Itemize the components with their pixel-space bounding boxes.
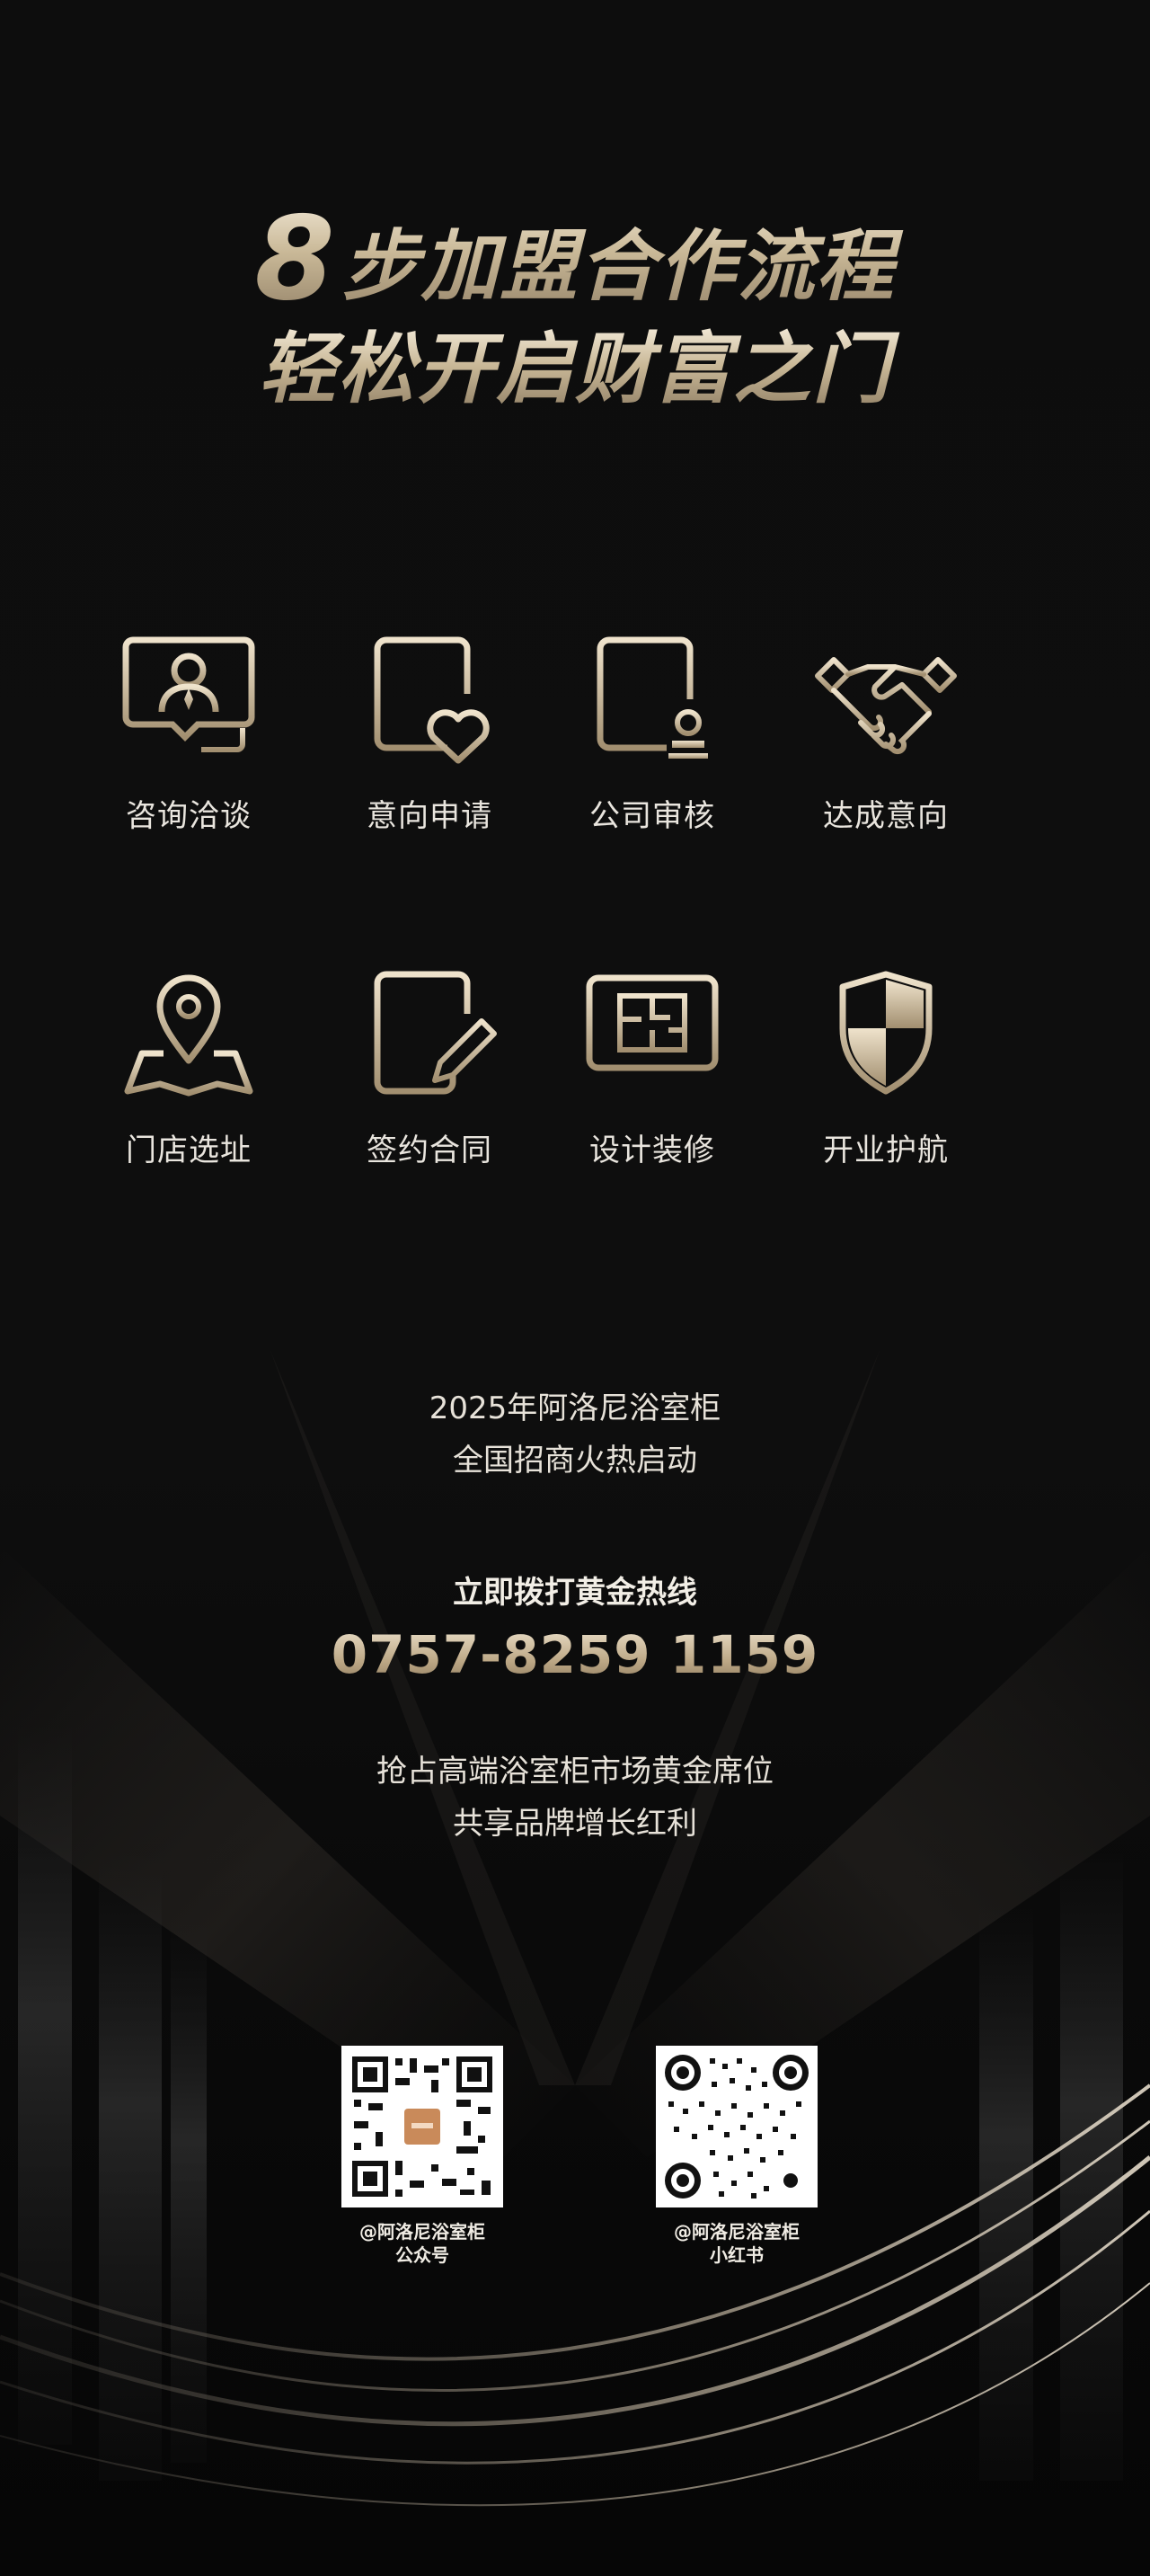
slogan-line-1: 抢占高端浴室柜市场黄金席位 <box>376 1754 774 1790</box>
step-label: 签约合同 <box>367 1133 492 1168</box>
slogan-line-2: 共享品牌增长红利 <box>453 1806 697 1842</box>
step-label: 达成意向 <box>823 798 949 834</box>
step-agreement: 达成意向 <box>787 629 985 835</box>
step-label: 咨询洽谈 <box>126 798 252 834</box>
qr-caption-line-1: @阿洛尼浴室柜 <box>359 2221 485 2243</box>
qr-caption-line-2: 公众号 <box>395 2244 449 2266</box>
qr-xiaohongshu: @阿洛尼浴室柜 小红书 <box>647 2046 827 2267</box>
step-opening: 开业护航 <box>787 964 985 1169</box>
hotline-number[interactable]: 0757-8259 1159 <box>0 1624 1150 1685</box>
contract-pen-icon <box>374 971 497 1095</box>
announcement-line-2: 全国招商火热启动 <box>453 1443 697 1479</box>
background-decoration <box>0 1348 1150 2507</box>
xiaohongshu-qr-code[interactable] <box>656 2046 818 2207</box>
wechat-qr-code[interactable] <box>341 2046 503 2207</box>
hotline-title: 立即拨打黄金热线 <box>453 1575 697 1611</box>
headline-line-1-text: 步加盟合作流程 <box>341 222 896 312</box>
location-map-icon <box>124 974 253 1097</box>
slogan: 抢占高端浴室柜市场黄金席位 共享品牌增长红利 <box>0 1745 1150 1850</box>
step-design: 设计装修 <box>553 964 751 1169</box>
headline-line-2: 轻松开启财富之门 <box>0 325 1150 414</box>
step-contract: 签约合同 <box>331 964 528 1169</box>
step-application: 意向申请 <box>331 629 528 835</box>
poster-page: 8步加盟合作流程 轻松开启财富之门 咨询洽谈 意向申请 公司审核 达成意向 门店… <box>0 0 1150 2576</box>
recruitment-announcement: 2025年阿洛尼浴室柜 全国招商火热启动 <box>0 1382 1150 1487</box>
step-label: 意向申请 <box>367 798 492 834</box>
step-review: 公司审核 <box>553 629 751 835</box>
headline-line-1: 8步加盟合作流程 <box>0 193 1150 325</box>
review-stamp-icon <box>597 636 708 759</box>
step-label: 公司审核 <box>589 798 715 834</box>
shield-icon <box>839 971 933 1095</box>
floorplan-monitor-icon <box>586 974 719 1091</box>
hotline-section: 立即拨打黄金热线 0757-8259 1159 <box>0 1568 1150 1685</box>
consultation-chat-icon <box>122 636 255 752</box>
step-location: 门店选址 <box>90 964 288 1169</box>
application-heart-icon <box>374 636 490 764</box>
step-label: 设计装修 <box>589 1133 715 1168</box>
step-label: 门店选址 <box>126 1133 252 1168</box>
headline-number: 8 <box>254 192 337 326</box>
headline: 8步加盟合作流程 轻松开启财富之门 <box>0 193 1150 414</box>
step-label: 开业护航 <box>823 1133 949 1168</box>
handshake-icon <box>815 657 957 755</box>
qr-wechat: @阿洛尼浴室柜 公众号 <box>332 2046 512 2267</box>
qr-caption-line-1: @阿洛尼浴室柜 <box>674 2221 800 2243</box>
step-consultation: 咨询洽谈 <box>90 629 288 835</box>
qr-caption-line-2: 小红书 <box>710 2244 764 2266</box>
announcement-line-1: 2025年阿洛尼浴室柜 <box>429 1390 721 1426</box>
